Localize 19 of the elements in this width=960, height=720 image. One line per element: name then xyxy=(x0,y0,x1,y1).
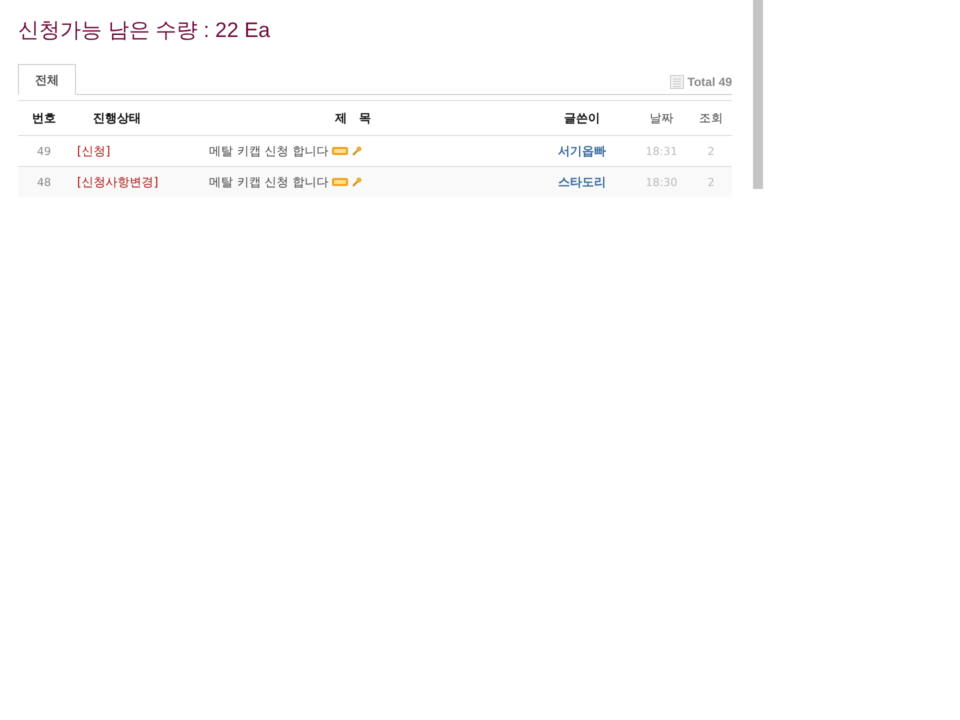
status-label: [신청] xyxy=(77,144,110,158)
author-name[interactable]: 서기옵빠 xyxy=(558,144,606,158)
column-header: 글쓴이 xyxy=(531,100,633,136)
post-title-link[interactable]: 메탈 키캡 신청 합니다 xyxy=(209,144,328,158)
column-header: 진행상태 xyxy=(70,100,204,136)
scrollbar[interactable] xyxy=(753,0,763,189)
total-count: Total 49 xyxy=(688,75,732,89)
page-heading: 신청가능 남은 수량 : 22 Ea xyxy=(18,18,272,44)
column-header: 날짜 xyxy=(633,100,690,136)
table-cell: 18:30 xyxy=(633,166,690,197)
column-header: 제 목 xyxy=(204,100,531,136)
column-header: 조회 xyxy=(690,100,732,136)
post-title-link[interactable]: 메탈 키캡 신청 합니다 xyxy=(209,174,328,188)
table-cell: 2 xyxy=(690,166,732,197)
table-cell: 48 xyxy=(18,166,70,197)
tab[interactable]: 전체 xyxy=(18,64,76,95)
list-icon xyxy=(670,75,684,89)
status-label: [신청사항변경] xyxy=(77,174,158,188)
column-header: 번호 xyxy=(18,100,70,136)
